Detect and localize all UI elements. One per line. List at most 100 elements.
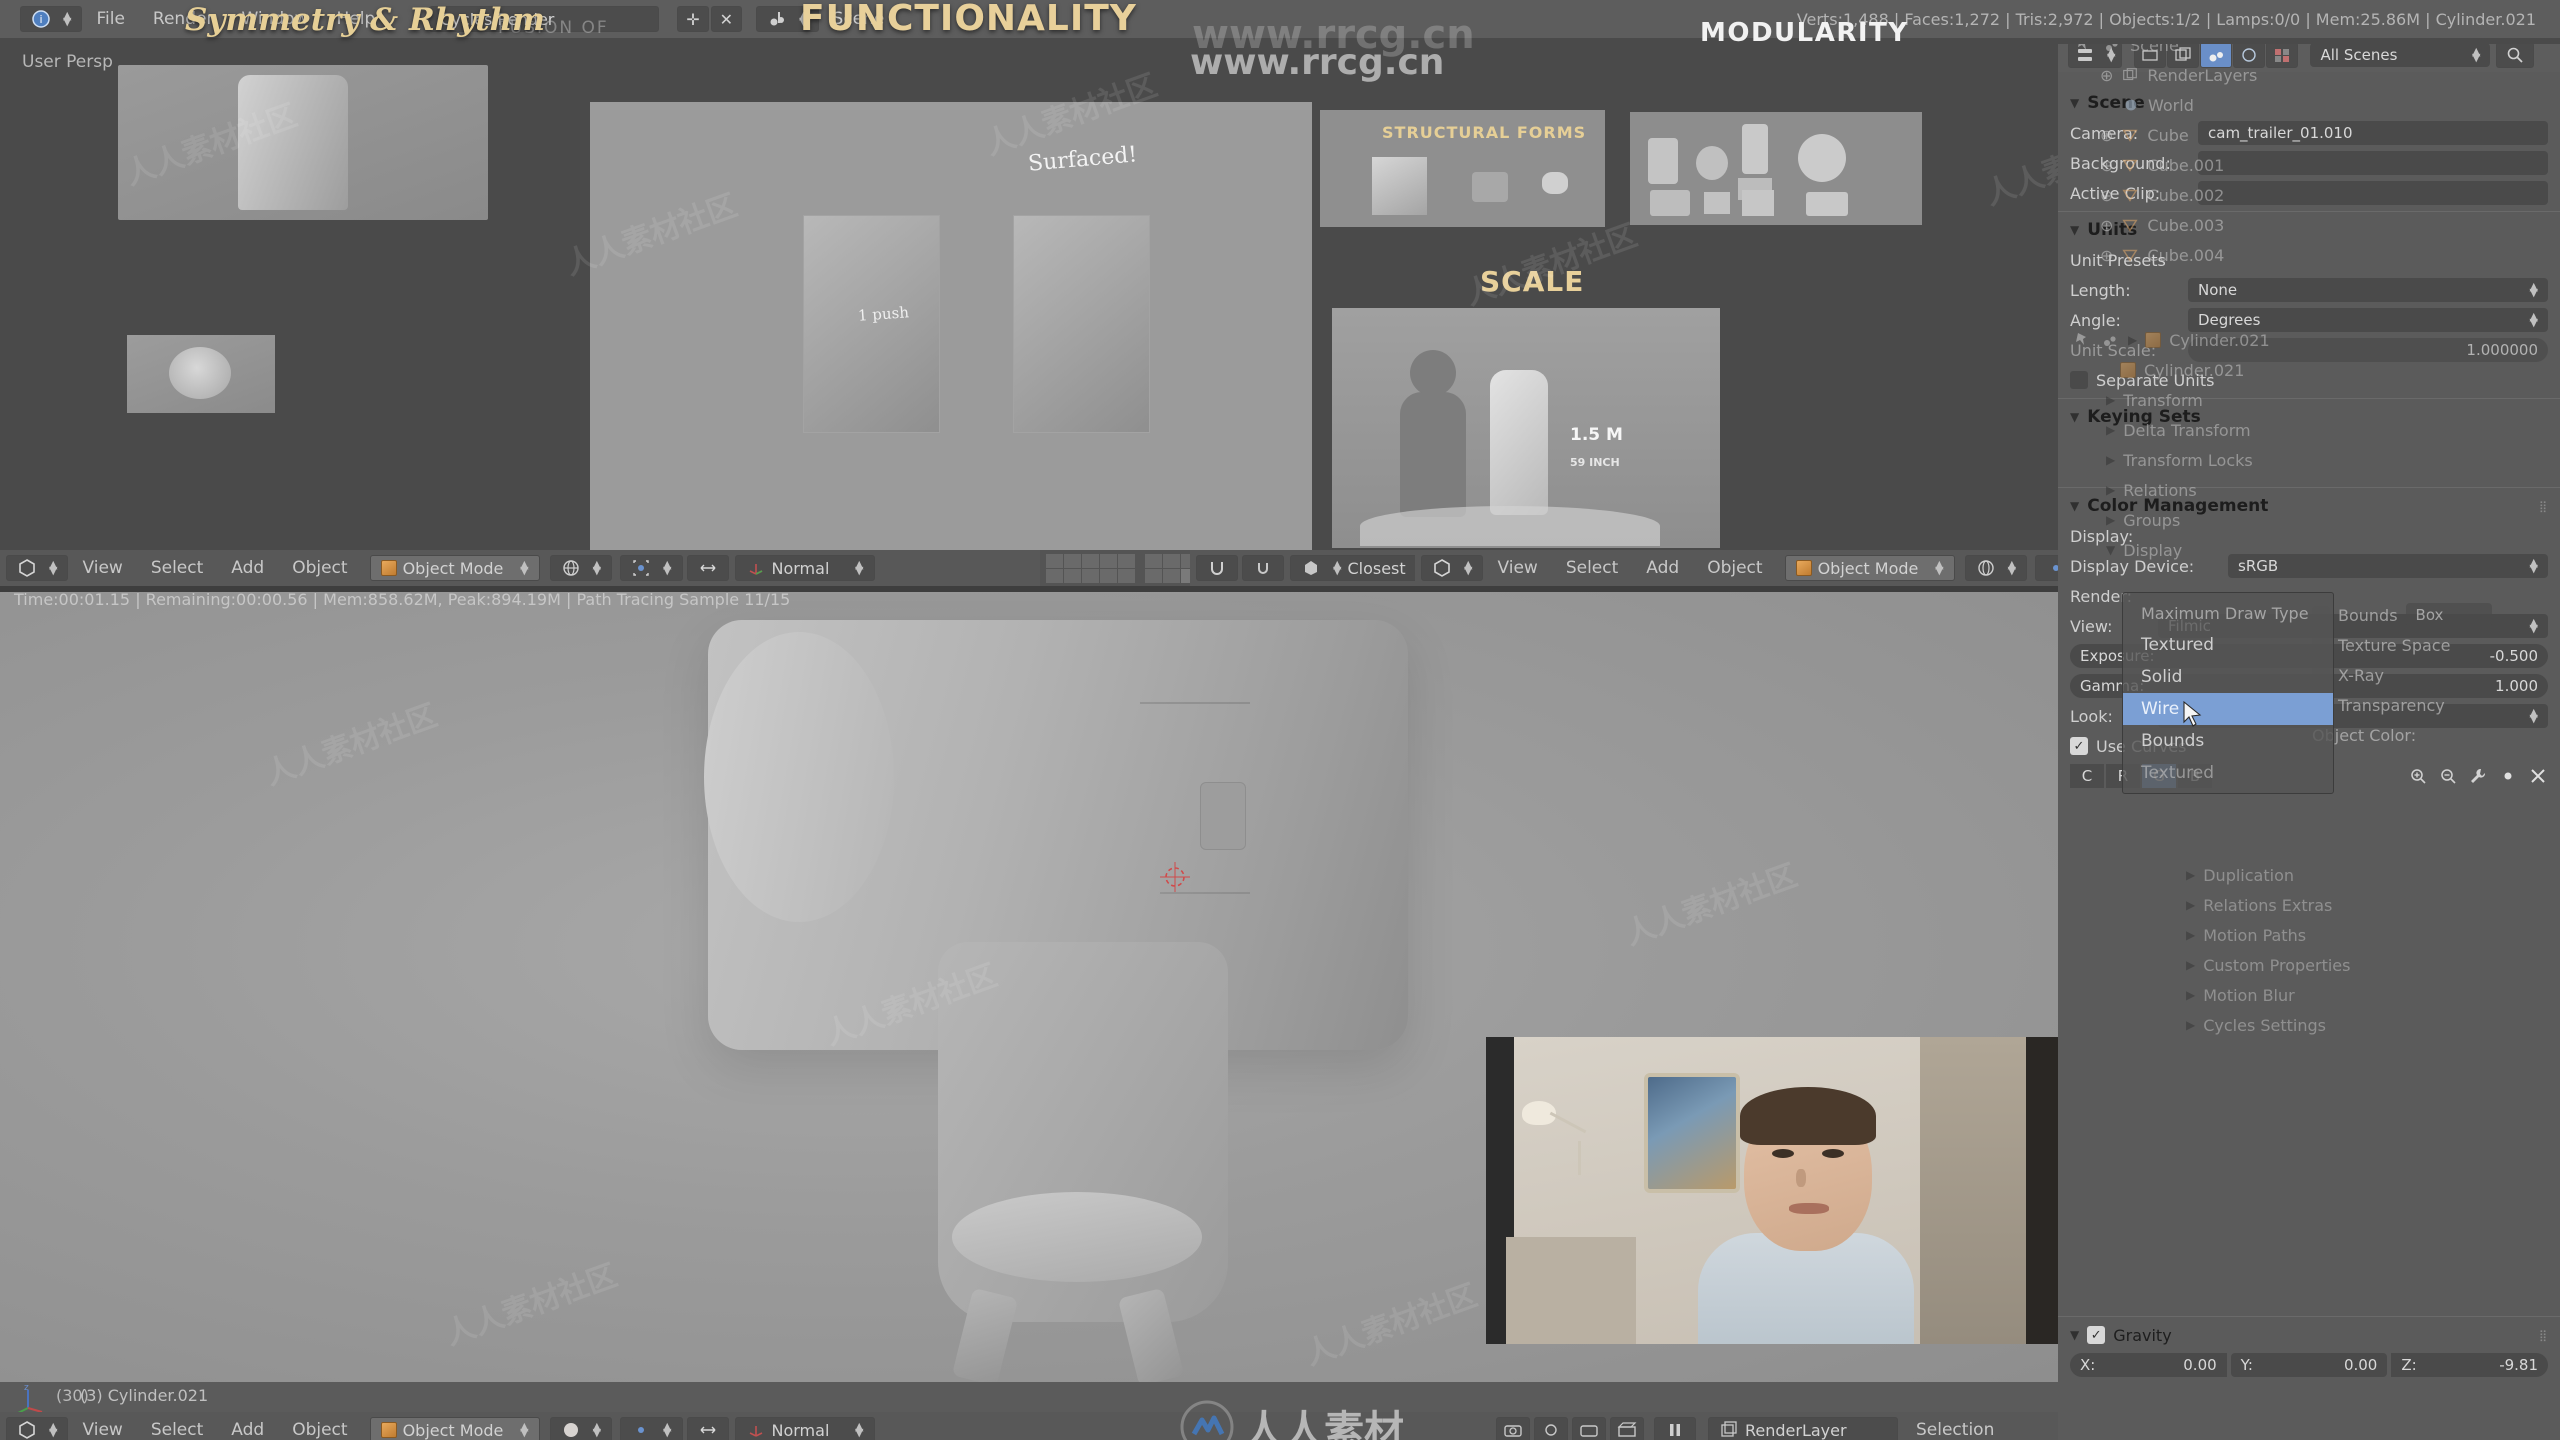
render-selection-label[interactable]: Selection: [1902, 1420, 2008, 1440]
unit-scale-value: 1.000000: [2466, 341, 2538, 359]
reference-thumb-full-body[interactable]: [118, 65, 488, 220]
webcam-feed-primary[interactable]: [1486, 1037, 2026, 1344]
pivot-point-left[interactable]: ▲ ▼: [620, 555, 683, 581]
gravity-y-value: 0.00: [2343, 1356, 2378, 1374]
viewport-menu-select-right[interactable]: Select: [1552, 558, 1632, 578]
render-animation-button[interactable]: [1610, 1417, 1644, 1440]
viewport-menu-view-right[interactable]: View: [1483, 558, 1551, 578]
bottom-menu-view[interactable]: View: [68, 1420, 136, 1440]
viewport-shading-right[interactable]: ▲ ▼: [1964, 555, 2028, 581]
display-label: Display:: [2070, 526, 2134, 546]
chevron-updown-icon: ▲▼: [2529, 616, 2538, 635]
zoom-in-icon[interactable]: [2408, 766, 2428, 786]
pause-render-button[interactable]: [1654, 1417, 1696, 1440]
dropdown-option-wire[interactable]: Wire: [2123, 693, 2333, 725]
gravity-checkbox[interactable]: ✓: [2087, 1326, 2106, 1344]
clapperboard-icon: [1617, 1422, 1637, 1437]
snap-element-left[interactable]: ▲ ▼ Closest: [1290, 555, 1420, 581]
outliner-item-cube-003[interactable]: ⊕ Cube.003: [2060, 210, 2560, 240]
render-still-button[interactable]: [1572, 1417, 1606, 1440]
separate-units-row[interactable]: Separate Units: [2058, 365, 2560, 395]
zoom-out-icon[interactable]: [2438, 766, 2458, 786]
outliner-item-cube-001[interactable]: ⊕ Cube.001: [2060, 150, 2560, 180]
viewport-menu-add-left[interactable]: Add: [217, 558, 278, 578]
remove-scene-button[interactable]: ✕: [710, 6, 743, 32]
bottom-manipulator-toggle[interactable]: [686, 1417, 729, 1440]
close-icon[interactable]: [2528, 766, 2548, 786]
color-management-header[interactable]: ▼ Color Management ⣿: [2058, 491, 2560, 521]
viewport-menu-add-right[interactable]: Add: [1632, 558, 1693, 578]
editor-type-button-bottom[interactable]: ▲ ▼: [6, 1417, 69, 1440]
viewport-shading-left[interactable]: ▲ ▼: [549, 555, 613, 581]
editor-type-button-right[interactable]: ▲ ▼: [1421, 555, 1484, 581]
pause-icon: [1670, 1424, 1680, 1436]
gravity-y-field[interactable]: Y: 0.00: [2230, 1353, 2388, 1377]
proportional-edit-left[interactable]: [1196, 555, 1238, 581]
separate-units-checkbox[interactable]: [2070, 371, 2088, 389]
viewport-status-strip: [0, 1382, 2058, 1416]
gravity-z-label: Z:: [2401, 1356, 2417, 1374]
use-curves-checkbox[interactable]: ✓: [2070, 737, 2088, 755]
svg-text:i: i: [39, 13, 42, 26]
render-settings-button[interactable]: [1534, 1417, 1568, 1440]
snap-toggle-left[interactable]: [1242, 555, 1284, 581]
outliner-item-world[interactable]: World: [2060, 90, 2560, 120]
menu-file[interactable]: File: [82, 9, 138, 29]
viewport-header-layers-left[interactable]: [1040, 550, 1234, 586]
manipulator-toggle-left[interactable]: [686, 555, 729, 581]
viewport-menu-object-left[interactable]: Object: [278, 558, 361, 578]
reference-panel-scale[interactable]: 1.5 M 59 INCH: [1332, 308, 1720, 548]
dropdown-option-solid[interactable]: Solid: [2123, 661, 2333, 693]
viewport-menu-object-right[interactable]: Object: [1693, 558, 1776, 578]
dot-icon[interactable]: [2498, 766, 2518, 786]
bottom-menu-select[interactable]: Select: [137, 1420, 217, 1440]
maximum-draw-type-dropdown[interactable]: Maximum Draw Type Textured Solid Wire Bo…: [2122, 592, 2334, 794]
render-layer-selector[interactable]: RenderLayer: [1708, 1417, 1898, 1440]
bottom-viewport-shading[interactable]: ▲ ▼: [549, 1417, 613, 1440]
render-status-text: Time:00:01.15 | Remaining:00:00.56 | Mem…: [14, 590, 791, 609]
expand-icon[interactable]: ⊕: [2100, 216, 2113, 235]
viewport-menu-view-left[interactable]: View: [68, 558, 136, 578]
bottom-pivot-point[interactable]: ▲ ▼: [620, 1417, 683, 1440]
wrench-icon[interactable]: [2468, 766, 2488, 786]
outliner-item-cube-004[interactable]: ⊕ Cube.004: [2060, 240, 2560, 270]
bottom-menu-object[interactable]: Object: [278, 1420, 361, 1440]
outliner-item-cube-002[interactable]: ⊕ Cube.002: [2060, 180, 2560, 210]
bottom-menu-add[interactable]: Add: [217, 1420, 278, 1440]
channel-c-button[interactable]: C: [2070, 764, 2104, 788]
gravity-x-field[interactable]: X: 0.00: [2070, 1353, 2227, 1377]
reference-panel-modularity[interactable]: [1630, 112, 1922, 225]
expand-icon[interactable]: ⊕: [2100, 156, 2113, 175]
reference-thumb-bottom-disc[interactable]: [127, 335, 275, 413]
keying-sets-title: Keying Sets: [2087, 407, 2201, 427]
dropdown-option-textured[interactable]: Textured: [2123, 629, 2333, 661]
expand-icon[interactable]: ⊕: [2100, 186, 2113, 205]
chevron-updown-icon: ▲▼: [2529, 556, 2538, 575]
unit-scale-field[interactable]: 1.000000: [2188, 338, 2548, 362]
reference-panel-structural-forms[interactable]: STRUCTURAL FORMS: [1320, 110, 1605, 227]
mode-selector-left[interactable]: Object Mode ▲ ▼: [369, 555, 540, 581]
reference-panel-detail-pair[interactable]: 1 push Surfaced!: [590, 102, 1312, 567]
viewport-menu-select-left[interactable]: Select: [137, 558, 217, 578]
editor-type-button-left[interactable]: ▲ ▼: [6, 555, 69, 581]
mode-selector-right[interactable]: Object Mode ▲ ▼: [1784, 555, 1955, 581]
expand-icon[interactable]: ⊕: [2100, 66, 2113, 85]
outliner-tree-overlay[interactable]: Scene ⊕ RenderLayers World ⊕ Cube ⊕ Cube…: [2060, 30, 2560, 330]
editor-type-info-button[interactable]: i ▲ ▼: [20, 6, 83, 32]
curve-tools-group[interactable]: [2408, 766, 2548, 786]
render-image-button[interactable]: [1496, 1417, 1530, 1440]
keying-sets-header[interactable]: ▼ Keying Sets: [2058, 402, 2560, 432]
expand-icon[interactable]: ⊕: [2100, 126, 2113, 145]
gravity-header[interactable]: ▼ ✓ Gravity ⣿: [2058, 1320, 2560, 1350]
gravity-z-field[interactable]: Z: -9.81: [2391, 1353, 2549, 1377]
dropdown-option-bounds[interactable]: Bounds: [2123, 725, 2333, 757]
transform-orientation-left[interactable]: Normal ▲ ▼: [734, 555, 875, 581]
outliner-item-renderlayers[interactable]: ⊕ RenderLayers: [2060, 60, 2560, 90]
expand-icon[interactable]: ⊕: [2100, 246, 2113, 265]
outliner-item-cube[interactable]: ⊕ Cube: [2060, 120, 2560, 150]
display-device-field[interactable]: sRGB ▲ ▼: [2228, 554, 2548, 578]
scene-layers-grid-left[interactable]: [1046, 553, 1135, 583]
bottom-mode-selector[interactable]: Object Mode ▲ ▼: [369, 1417, 540, 1440]
add-scene-button[interactable]: ✛: [677, 6, 709, 32]
bottom-transform-orientation[interactable]: Normal ▲ ▼: [734, 1417, 875, 1440]
